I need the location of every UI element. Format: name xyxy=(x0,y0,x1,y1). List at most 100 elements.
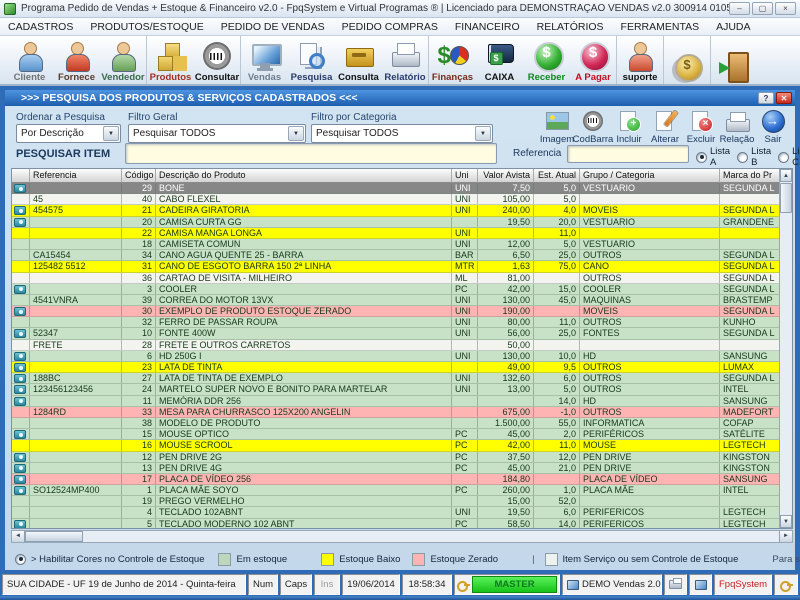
toolbar-button[interactable]: suporte xyxy=(617,36,664,84)
header-photo[interactable] xyxy=(12,169,30,183)
toolbar-button[interactable]: Cliente xyxy=(6,36,53,84)
list-radio[interactable]: Lista A xyxy=(696,146,730,168)
table-row[interactable]: 30 EXEMPLO DE PRODUTO ESTOQUE ZERADO UNI… xyxy=(12,306,779,317)
header-stock[interactable]: Est. Atual xyxy=(534,169,580,183)
table-row[interactable]: 36 CARTAO DE VISITA - MILHEIRO ML 81,00 … xyxy=(12,273,779,284)
cell-price: 50,00 xyxy=(478,340,534,350)
toolbar-button[interactable]: Vendedor xyxy=(100,36,147,84)
toolbar-button[interactable]: Vendas xyxy=(241,36,288,84)
table-row[interactable]: 1284RD 33 MESA PARA CHURRASCO 125X200 AN… xyxy=(12,407,779,418)
cell-group: PEN DRIVE xyxy=(580,452,720,462)
action-button[interactable]: Relação xyxy=(719,110,755,145)
menu-item[interactable]: FINANCEIRO xyxy=(455,21,520,33)
search-item-input[interactable] xyxy=(125,143,497,164)
horizontal-scroll-thumb[interactable] xyxy=(25,531,83,542)
table-row[interactable]: FRETE 28 FRETE E OUTROS CARRETOS 50,00 xyxy=(12,340,779,351)
toolbar-button[interactable]: CAIXA xyxy=(476,36,523,84)
table-row[interactable]: 5 TECLADO MODERNO 102 ABNT PC 58,50 14,0… xyxy=(12,519,779,528)
minimize-button[interactable]: – xyxy=(729,2,750,15)
header-brand[interactable]: Marca do Pr xyxy=(720,169,779,183)
table-row[interactable]: 125482 5512 31 CANO DE ESGOTO BARRA 150 … xyxy=(12,261,779,272)
toolbar-button[interactable]: Consulta xyxy=(335,36,382,84)
help-button[interactable]: ? xyxy=(758,92,774,104)
action-button[interactable]: Imagem xyxy=(539,110,575,145)
scroll-right-icon[interactable]: ► xyxy=(779,531,792,542)
toolbar-button[interactable]: Consultar xyxy=(194,36,241,84)
menu-item[interactable]: CADASTROS xyxy=(8,21,73,33)
action-button[interactable]: Alterar xyxy=(647,110,683,145)
menu-item[interactable]: PRODUTOS/ESTOQUE xyxy=(90,21,203,33)
scroll-down-icon[interactable]: ▼ xyxy=(780,515,792,528)
header-group[interactable]: Grupo / Categoria xyxy=(580,169,720,183)
reference-input[interactable] xyxy=(567,145,689,163)
general-filter-select[interactable]: Pesquisar TODOS ▼ xyxy=(128,124,306,143)
toolbar-button[interactable]: Receber xyxy=(523,36,570,84)
chevron-down-icon[interactable]: ▼ xyxy=(103,126,119,141)
toolbar-button[interactable]: Pesquisa xyxy=(288,36,335,84)
menu-item[interactable]: PEDIDO COMPRAS xyxy=(342,21,438,33)
maximize-button[interactable]: ▢ xyxy=(752,2,773,15)
table-row[interactable]: 16 MOUSE SCROOL PC 42,00 11,0 MOUSE LEGT… xyxy=(12,440,779,451)
order-filter-select[interactable]: Por Descrição ▼ xyxy=(16,124,121,143)
header-unit[interactable]: Uni xyxy=(452,169,478,183)
chevron-down-icon[interactable]: ▼ xyxy=(288,126,304,141)
toolbar-button[interactable]: Finanças xyxy=(429,36,476,84)
table-row[interactable]: 22 CAMISA MANGA LONGA UNI 11,0 xyxy=(12,228,779,239)
cell-reference: 1284RD xyxy=(30,407,122,417)
horizontal-scrollbar[interactable]: ◄ ► xyxy=(11,530,793,543)
header-price[interactable]: Valor Avista xyxy=(478,169,534,183)
table-row[interactable]: 454575 21 CADEIRA GIRATORIA UNI 240,00 4… xyxy=(12,205,779,216)
cell-price: 45,00 xyxy=(478,429,534,439)
table-row[interactable]: 3 COOLER PC 42,00 15,0 COOLER SEGUNDA L xyxy=(12,284,779,295)
vertical-scroll-thumb[interactable] xyxy=(780,183,792,213)
list-radio[interactable]: Lista C xyxy=(778,146,800,168)
enable-colors-radio[interactable] xyxy=(15,554,26,565)
table-row[interactable]: 6 HD 250G I UNI 130,00 10,0 HD SANSUNG xyxy=(12,351,779,362)
table-row[interactable]: SO12524MP400 1 PLACA MÃE SOYO PC 260,00 … xyxy=(12,485,779,496)
table-row[interactable]: 29 BONE UNI 7,50 5,0 VESTUARIO SEGUNDA L xyxy=(12,183,779,194)
menu-item[interactable]: FERRAMENTAS xyxy=(621,21,700,33)
table-row[interactable]: 11 MEMÓRIA DDR 256 14,0 HD SANSUNG xyxy=(12,396,779,407)
toolbar-button[interactable]: Fornece xyxy=(53,36,100,84)
chevron-down-icon[interactable]: ▼ xyxy=(475,126,491,141)
table-row[interactable]: 17 PLACA DE VÍDEO 256 184,80 PLACA DE VÍ… xyxy=(12,474,779,485)
table-row[interactable]: 20 CAMISA CURTA GG 19,50 20,0 VESTUARIO … xyxy=(12,217,779,228)
table-row[interactable]: 188BC 27 LATA DE TINTA DE EXEMPLO UNI 13… xyxy=(12,373,779,384)
scroll-up-icon[interactable]: ▲ xyxy=(780,169,792,182)
table-row[interactable]: 18 CAMISETA COMUN UNI 12,00 5,0 VESTUARI… xyxy=(12,239,779,250)
table-row[interactable]: 123456123456 24 MARTELO SUPER NOVO E BON… xyxy=(12,384,779,395)
toolbar-button[interactable]: Produtos xyxy=(147,36,194,84)
table-row[interactable]: 52347 10 FONTE 400W UNI 56,00 25,0 FONTE… xyxy=(12,328,779,339)
toolbar-button[interactable]: A Pagar xyxy=(570,36,617,84)
table-row[interactable]: 38 MODELO DE PRODUTO 1.500,00 55,0 INFOR… xyxy=(12,418,779,429)
toolbar-button[interactable] xyxy=(711,36,758,84)
header-reference[interactable]: Referencia xyxy=(30,169,122,183)
header-description[interactable]: Descrição do Produto xyxy=(156,169,452,183)
table-row[interactable]: CA15454 34 CANO AGUA QUENTE 25 - BARRA B… xyxy=(12,250,779,261)
table-row[interactable]: 23 LATA DE TINTA 49,00 9,5 OUTROS LUMAX xyxy=(12,362,779,373)
table-row[interactable]: 45 40 CABO FLEXEL UNI 105,00 5,0 xyxy=(12,194,779,205)
scroll-left-icon[interactable]: ◄ xyxy=(12,531,25,542)
action-button[interactable]: Sair xyxy=(755,110,791,145)
menu-item[interactable]: AJUDA xyxy=(716,21,750,33)
action-button[interactable]: CodBarra xyxy=(575,110,611,145)
vertical-scrollbar[interactable]: ▲ ▼ xyxy=(779,169,792,528)
category-filter-select[interactable]: Pesquisar TODOS ▼ xyxy=(311,124,493,143)
close-button[interactable]: × xyxy=(775,2,796,15)
toolbar-button[interactable] xyxy=(664,36,711,84)
list-radio[interactable]: Lista B xyxy=(737,146,771,168)
toolbar-button[interactable]: Relatório xyxy=(382,36,429,84)
menu-item[interactable]: RELATÓRIOS xyxy=(537,21,604,33)
table-row[interactable]: 19 PREGO VERMELHO 15,00 52,0 xyxy=(12,496,779,507)
table-row[interactable]: 4541VNRA 39 CORREA DO MOTOR 13VX UNI 130… xyxy=(12,295,779,306)
menu-item[interactable]: PEDIDO DE VENDAS xyxy=(221,21,325,33)
action-button[interactable]: Incluir xyxy=(611,110,647,145)
table-row[interactable]: 32 FERRO DE PASSAR ROUPA UNI 80,00 11,0 … xyxy=(12,317,779,328)
window-close-button[interactable]: ✕ xyxy=(776,92,792,104)
header-code[interactable]: Código xyxy=(122,169,156,183)
table-row[interactable]: 13 PEN DRIVE 4G PC 45,00 21,0 PEN DRIVE … xyxy=(12,463,779,474)
table-row[interactable]: 15 MOUSE OPTICO PC 45,00 2,0 PERIFÉRICOS… xyxy=(12,429,779,440)
table-row[interactable]: 4 TECLADO 102ABNT UNI 19,50 6,0 PERIFERI… xyxy=(12,507,779,518)
table-row[interactable]: 12 PEN DRIVE 2G PC 37,50 12,0 PEN DRIVE … xyxy=(12,452,779,463)
action-button[interactable]: Excluir xyxy=(683,110,719,145)
